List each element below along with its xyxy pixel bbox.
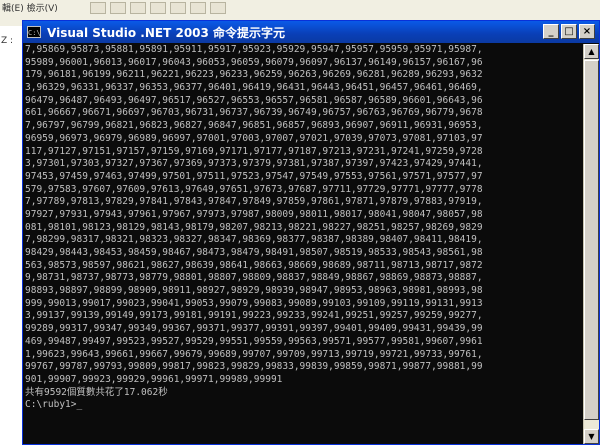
console-line: 7,96797,96799,96821,96823,96827,96847,96… — [25, 120, 483, 132]
console-line: 9,98731,98737,98773,98779,98801,98807,98… — [25, 272, 483, 284]
console-line: 579,97583,97607,97609,97613,97649,97651,… — [25, 183, 483, 195]
console-line: 661,96667,96671,96697,96703,96731,96737,… — [25, 107, 483, 119]
console-line: 99289,99317,99347,99349,99367,99371,9937… — [25, 323, 483, 335]
window-title: Visual Studio .NET 2003 命令提示字元 — [47, 25, 286, 40]
console-line: 97453,97459,97463,97499,97501,97511,9752… — [25, 170, 483, 182]
console-line: 3,99137,99139,99149,99173,99181,99191,99… — [25, 310, 483, 322]
console-line: C:\ruby1>_ — [25, 399, 83, 411]
console-line: 179,96181,96199,96211,96221,96223,96233,… — [25, 69, 483, 81]
toolbar-button-icon[interactable] — [90, 2, 106, 14]
console-line: 3,96329,96331,96337,96353,96377,96401,96… — [25, 82, 483, 94]
vertical-scrollbar[interactable]: ▲ ▼ — [583, 44, 599, 444]
console-line: 97927,97931,97943,97961,97967,97973,9798… — [25, 208, 483, 220]
window-titlebar[interactable]: C:\ Visual Studio .NET 2003 命令提示字元 _ □ × — [23, 21, 599, 43]
console-line: 7,97789,97813,97829,97841,97843,97847,97… — [25, 196, 483, 208]
toolbar-button-icon[interactable] — [190, 2, 206, 14]
window-controls: _ □ × — [543, 24, 595, 39]
console-line: 7,95869,95873,95881,95891,95911,95917,95… — [25, 44, 483, 55]
background-toolbar — [90, 2, 226, 14]
toolbar-button-icon[interactable] — [150, 2, 166, 14]
scrollbar-thumb[interactable] — [584, 60, 599, 420]
console-line: 081,98101,98123,98129,98143,98179,98207,… — [25, 221, 483, 233]
maximize-button[interactable]: □ — [561, 24, 577, 39]
scroll-up-arrow-icon[interactable]: ▲ — [584, 44, 599, 59]
console-line: 99767,99787,99793,99809,99817,99823,9982… — [25, 361, 483, 373]
console-line: 7,98299,98317,98321,98323,98327,98347,98… — [25, 234, 483, 246]
console-line: 999,99013,99017,99023,99041,99053,99079,… — [25, 297, 483, 309]
console-app-icon[interactable]: C:\ — [27, 26, 41, 38]
console-line: 117,97127,97151,97157,97159,97169,97171,… — [25, 145, 483, 157]
minimize-button[interactable]: _ — [543, 24, 559, 39]
console-line: 96959,96973,96979,96989,96997,97001,9700… — [25, 132, 483, 144]
toolbar-button-icon[interactable] — [210, 2, 226, 14]
console-line: 1,99623,99643,99661,99667,99679,99689,99… — [25, 348, 483, 360]
console-line: 共有9592個質數共花了17.062秒 — [25, 386, 168, 398]
toolbar-button-icon[interactable] — [110, 2, 126, 14]
console-line: 901,99907,99923,99929,99961,99971,99989,… — [25, 373, 283, 385]
console-line: 96479,96487,96493,96497,96517,96527,9655… — [25, 94, 483, 106]
background-side-text: Z : — [1, 36, 14, 46]
console-window[interactable]: C:\ Visual Studio .NET 2003 命令提示字元 _ □ ×… — [22, 20, 600, 445]
console-line: 98893,98897,98899,98909,98911,98927,9892… — [25, 285, 483, 297]
console-line: 563,98573,98597,98621,98627,98639,98641,… — [25, 259, 483, 271]
scroll-down-arrow-icon[interactable]: ▼ — [584, 429, 599, 444]
console-output[interactable]: 7,95869,95873,95881,95891,95911,95917,95… — [25, 44, 583, 442]
toolbar-button-icon[interactable] — [130, 2, 146, 14]
background-menu-text: 輯(E) 檢示(V) — [2, 4, 58, 14]
toolbar-button-icon[interactable] — [170, 2, 186, 14]
console-line: 98429,98443,98453,98459,98467,98473,9847… — [25, 247, 483, 258]
console-line: 95989,96001,96013,96017,96043,96053,9605… — [25, 56, 483, 68]
console-line: 3,97301,97303,97327,97367,97369,97373,97… — [25, 158, 483, 170]
console-line: 469,99487,99497,99523,99527,99529,99551,… — [25, 335, 483, 347]
close-button[interactable]: × — [579, 24, 595, 39]
